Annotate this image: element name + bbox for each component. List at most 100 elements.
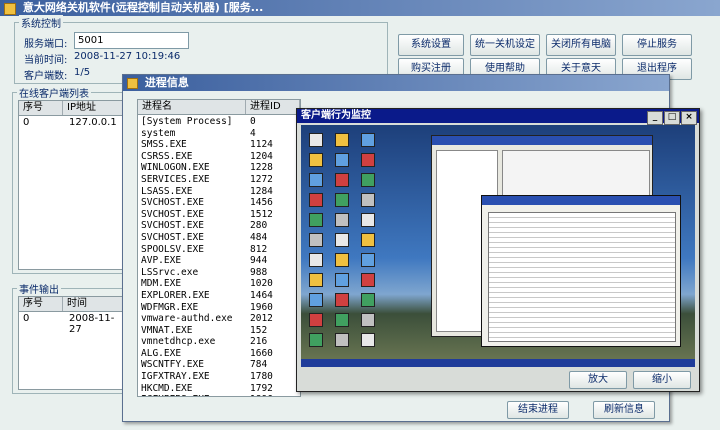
desktop-shortcut-icon[interactable]: [361, 233, 375, 247]
desktop-shortcut-icon[interactable]: [361, 293, 375, 307]
remote-desktop-view[interactable]: [301, 125, 695, 367]
main-window-title: 意大网络关机软件(远程控制自动关机器) [服务...: [22, 1, 264, 14]
process-col-id[interactable]: 进程ID: [246, 100, 300, 114]
unified-shutdown-button[interactable]: 统一关机设定: [470, 34, 540, 56]
table-row[interactable]: WDFMGR.EXE 1960: [138, 302, 300, 314]
table-row[interactable]: SMSS.EXE 1124: [138, 139, 300, 151]
table-row[interactable]: WSCNTFY.EXE 784: [138, 359, 300, 371]
table-row[interactable]: system 4: [138, 128, 300, 140]
table-row[interactable]: vmware-authd.exe 2012: [138, 313, 300, 325]
table-row[interactable]: AVP.EXE 944: [138, 255, 300, 267]
desktop-shortcut-icon[interactable]: [309, 273, 323, 287]
process-col-name[interactable]: 进程名: [138, 100, 246, 114]
table-row[interactable]: EXPLORER.EXE 1464: [138, 290, 300, 302]
desktop-shortcut-icon[interactable]: [335, 253, 349, 267]
desktop-shortcut-icon[interactable]: [309, 173, 323, 187]
desktop-shortcut-icon[interactable]: [309, 193, 323, 207]
process-name: LSASS.EXE: [141, 185, 193, 197]
client-list-title: 在线客户端列表: [17, 85, 91, 100]
zoom-in-button[interactable]: 放大: [569, 371, 627, 389]
table-row[interactable]: HKCMD.EXE 1792: [138, 383, 300, 395]
desktop-shortcut-icon[interactable]: [309, 233, 323, 247]
client-col-index[interactable]: 序号: [19, 101, 63, 115]
process-id: 1896: [250, 394, 273, 396]
table-row[interactable]: 0 2008-11-27: [19, 313, 127, 335]
desktop-shortcut-icon[interactable]: [361, 173, 375, 187]
table-row[interactable]: SVCHOST.EXE 1512: [138, 209, 300, 221]
desktop-shortcut-icon[interactable]: [309, 153, 323, 167]
table-row[interactable]: SVCHOST.EXE 484: [138, 232, 300, 244]
table-row[interactable]: LSASS.EXE 1284: [138, 186, 300, 198]
event-col-index[interactable]: 序号: [19, 297, 63, 311]
desktop-shortcut-icon[interactable]: [361, 313, 375, 327]
monitor-title-bar[interactable]: 客户端行为监控 _ □ ×: [297, 109, 699, 125]
desktop-shortcut-icon[interactable]: [335, 153, 349, 167]
process-name: AVP.EXE: [141, 255, 182, 267]
desktop-shortcut-icon[interactable]: [361, 153, 375, 167]
desktop-shortcut-icon[interactable]: [335, 333, 349, 347]
maximize-icon[interactable]: □: [664, 111, 680, 125]
refresh-info-button[interactable]: 刷新信息: [593, 401, 655, 419]
process-id: 484: [250, 231, 268, 243]
desktop-shortcut-icon[interactable]: [361, 333, 375, 347]
zoom-out-button[interactable]: 缩小: [633, 371, 691, 389]
stop-service-button[interactable]: 停止服务: [622, 34, 692, 56]
table-row[interactable]: 0 127.0.0.1: [19, 117, 127, 129]
table-row[interactable]: MDM.EXE 1020: [138, 278, 300, 290]
desktop-shortcut-icon[interactable]: [309, 333, 323, 347]
table-row[interactable]: ALG.EXE 1660: [138, 348, 300, 360]
event-col-time[interactable]: 时间: [63, 297, 127, 311]
table-row[interactable]: SVCHOST.EXE 280: [138, 220, 300, 232]
desktop-shortcut-icon[interactable]: [335, 133, 349, 147]
desktop-shortcut-icon[interactable]: [335, 173, 349, 187]
process-window-title-bar[interactable]: 进程信息: [123, 75, 669, 91]
port-input[interactable]: 5001: [74, 32, 189, 49]
desktop-shortcut-icon[interactable]: [335, 273, 349, 287]
desktop-shortcut-icon[interactable]: [361, 253, 375, 267]
client-list-table[interactable]: 序号 IP地址 0 127.0.0.1: [18, 100, 128, 270]
app-icon: [4, 3, 16, 15]
desktop-shortcut-icon[interactable]: [309, 293, 323, 307]
desktop-shortcut-icon[interactable]: [309, 213, 323, 227]
desktop-shortcut-icon[interactable]: [361, 273, 375, 287]
table-row[interactable]: CSRSS.EXE 1204: [138, 151, 300, 163]
desktop-shortcut-icon[interactable]: [309, 253, 323, 267]
close-icon[interactable]: ×: [681, 111, 697, 125]
desktop-shortcut-icon[interactable]: [335, 193, 349, 207]
event-output-table[interactable]: 序号 时间 0 2008-11-27: [18, 296, 128, 390]
table-row[interactable]: IGFXTRAY.EXE 1780: [138, 371, 300, 383]
desktop-shortcut-icon[interactable]: [361, 193, 375, 207]
table-row[interactable]: SVCHOST.EXE 1456: [138, 197, 300, 209]
process-window-title: 进程信息: [144, 76, 189, 89]
desktop-shortcut-icon[interactable]: [335, 233, 349, 247]
table-row[interactable]: vmnetdhcp.exe 216: [138, 336, 300, 348]
table-row[interactable]: WINLOGON.EXE 1228: [138, 162, 300, 174]
table-row[interactable]: [System Process] 0: [138, 116, 300, 128]
desktop-shortcut-icon[interactable]: [335, 293, 349, 307]
desktop-shortcut-icon[interactable]: [335, 213, 349, 227]
process-id: 1464: [250, 289, 273, 301]
monitor-window-title: 客户端行为监控: [301, 110, 371, 121]
process-id: 944: [250, 255, 268, 267]
process-name: SVCHOST.EXE: [141, 197, 204, 209]
desktop-shortcut-icon[interactable]: [309, 313, 323, 327]
process-id: 1020: [250, 278, 273, 290]
process-list[interactable]: 进程名 进程ID [System Process] 0 system 4 SMSS.EX…: [137, 99, 301, 397]
main-title-bar[interactable]: 意大网络关机软件(远程控制自动关机器) [服务...: [0, 0, 720, 16]
process-name: WSCNTFY.EXE: [141, 359, 204, 371]
desktop-shortcut-icon[interactable]: [361, 213, 375, 227]
table-row[interactable]: VMNAT.EXE 152: [138, 325, 300, 337]
minimize-icon[interactable]: _: [647, 111, 663, 125]
end-process-button[interactable]: 结束进程: [507, 401, 569, 419]
table-row[interactable]: IGFXPERS.EXE 1896: [138, 394, 300, 396]
table-row[interactable]: SERVICES.EXE 1272: [138, 174, 300, 186]
table-row[interactable]: SPOOLSV.EXE 812: [138, 244, 300, 256]
shutdown-all-button[interactable]: 关闭所有电脑: [546, 34, 616, 56]
client-col-ip[interactable]: IP地址: [63, 101, 127, 115]
desktop-shortcut-icon[interactable]: [309, 133, 323, 147]
event-output-title: 事件输出: [17, 281, 61, 296]
system-settings-button[interactable]: 系统设置: [398, 34, 464, 56]
desktop-shortcut-icon[interactable]: [335, 313, 349, 327]
table-row[interactable]: LSSrvc.exe 988: [138, 267, 300, 279]
desktop-shortcut-icon[interactable]: [361, 133, 375, 147]
